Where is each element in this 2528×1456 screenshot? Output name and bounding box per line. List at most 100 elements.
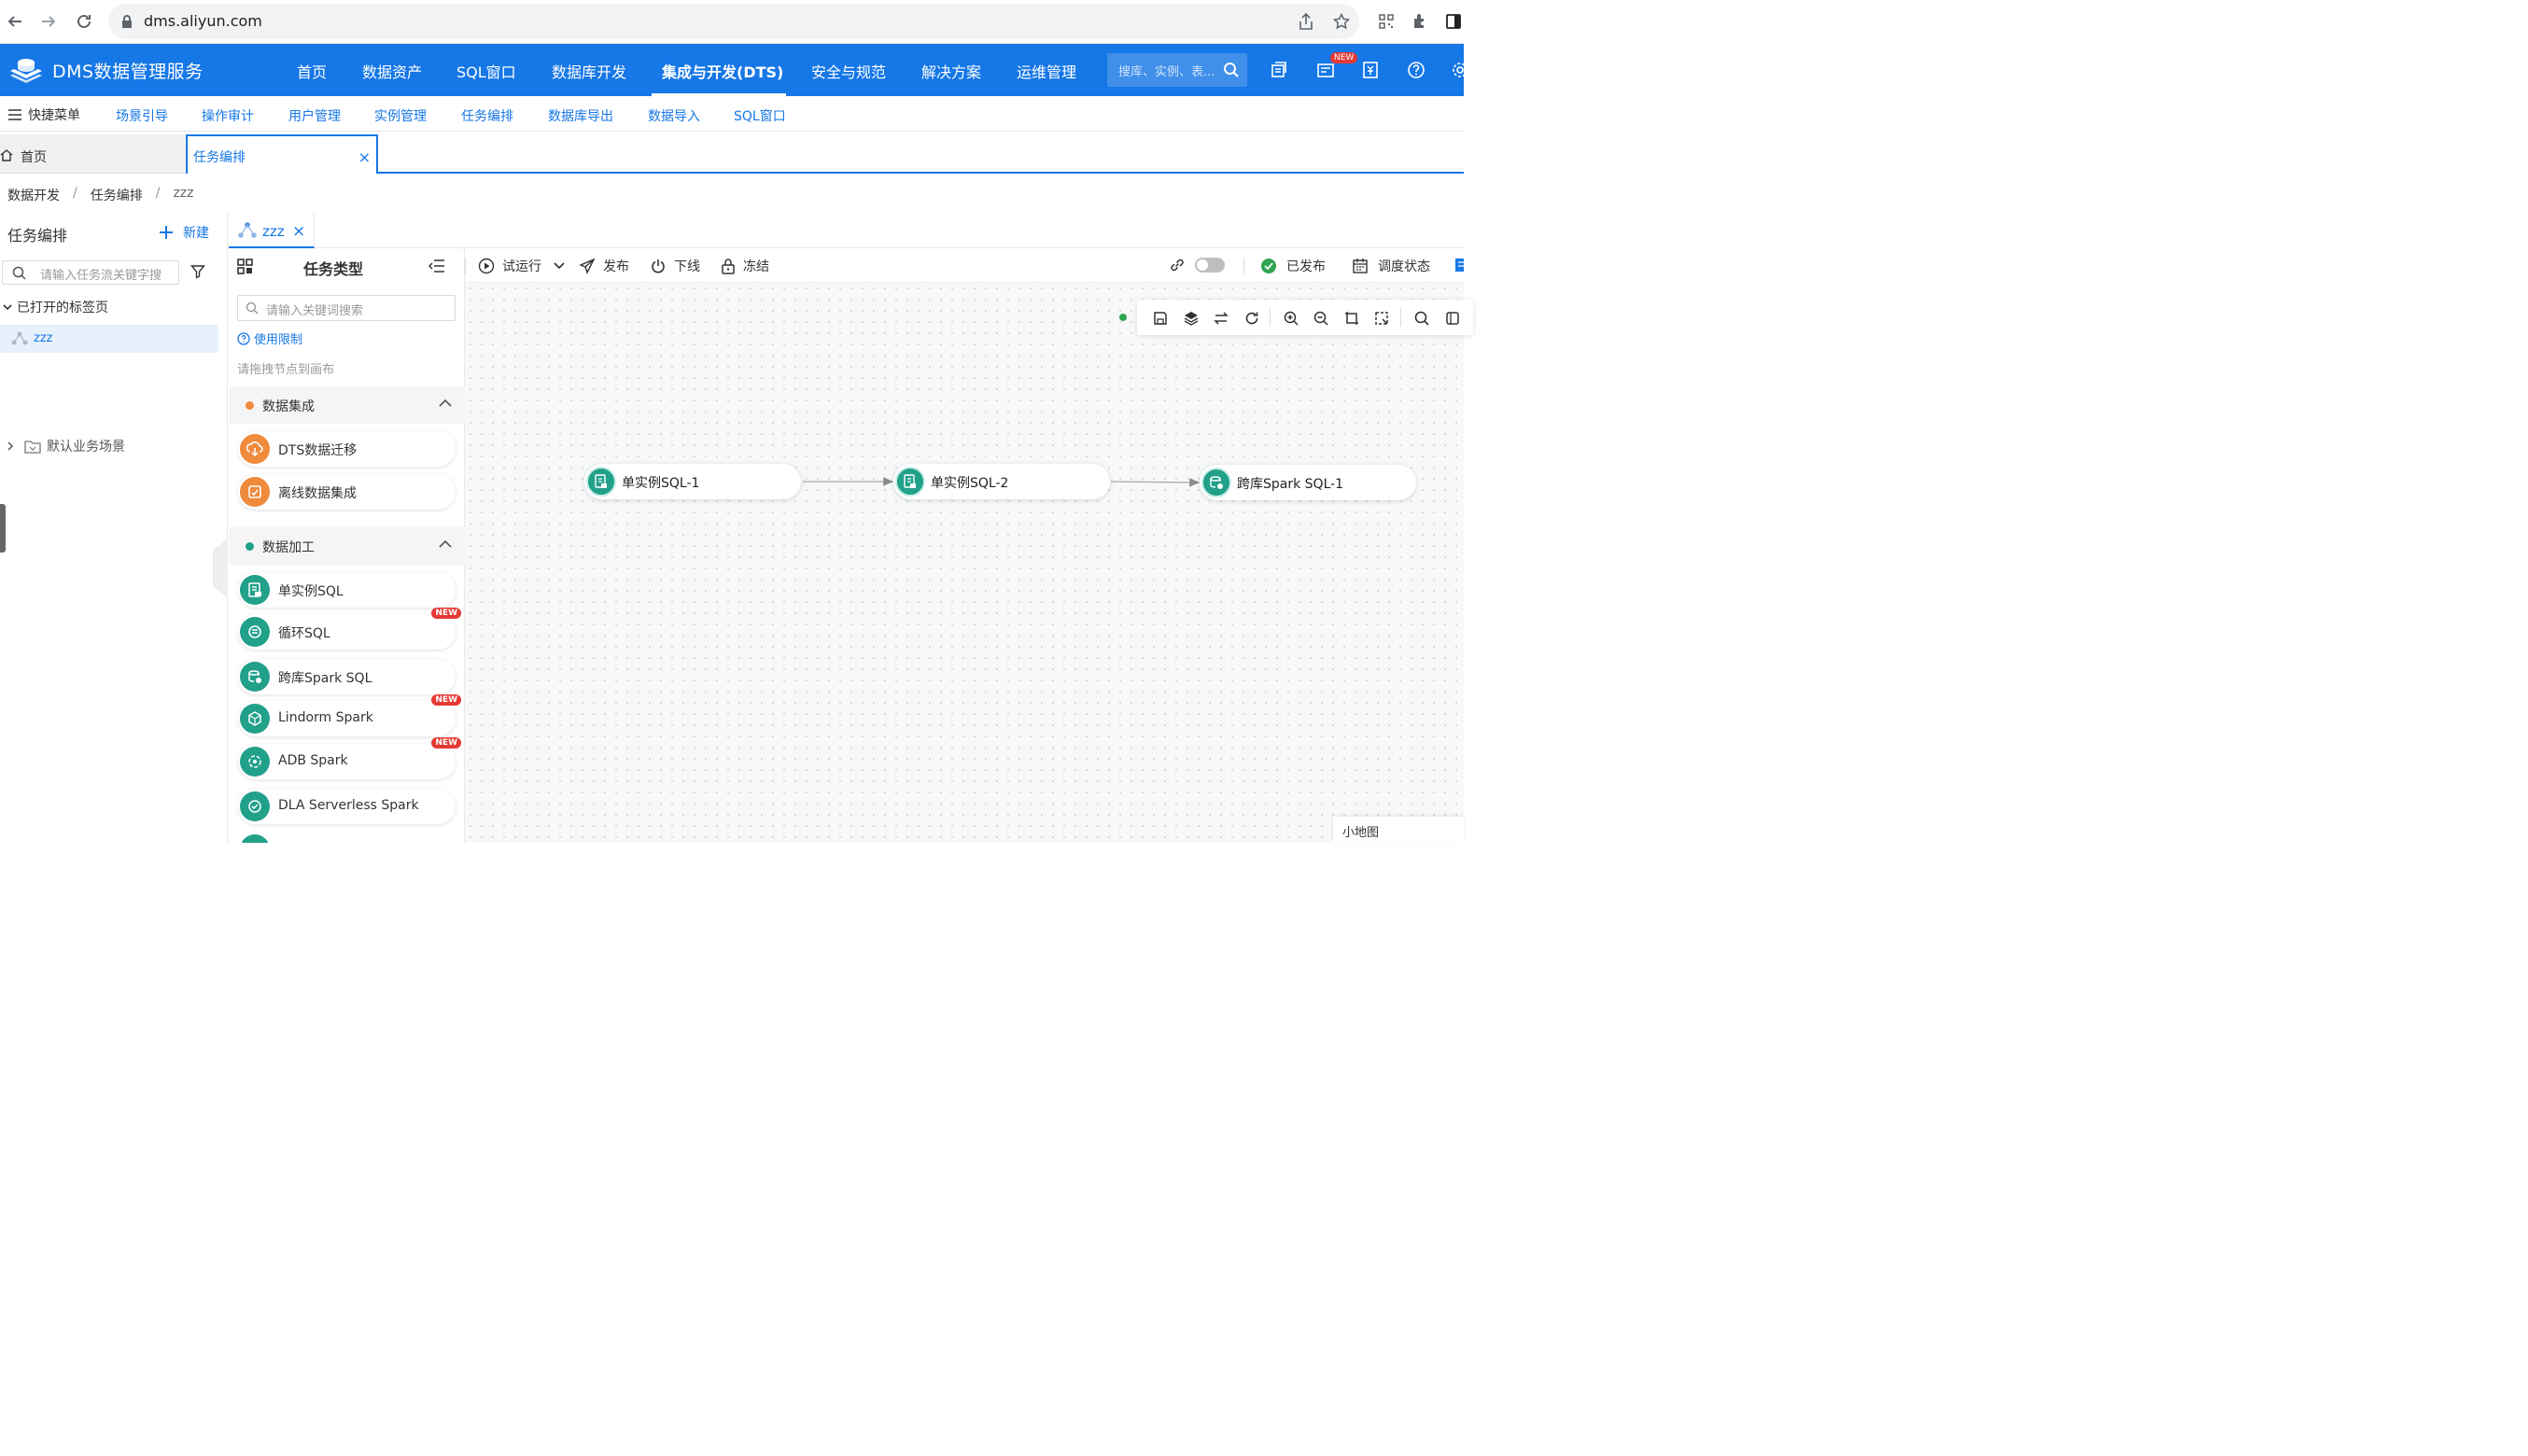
task-type-single-sql[interactable]: 单实例SQL [238, 572, 456, 608]
group-dot [246, 401, 254, 410]
help-icon[interactable] [1405, 59, 1427, 81]
task-type-lindorm-spark[interactable]: Lindorm Spark NEW [238, 694, 461, 736]
back-icon[interactable] [4, 10, 26, 33]
breadcrumb-item[interactable]: 数据开发 [7, 186, 60, 204]
offline-label: 下线 [674, 259, 700, 274]
send-icon [579, 258, 596, 274]
chevron-down-icon[interactable] [553, 261, 566, 271]
extensions-icon[interactable] [1410, 11, 1430, 32]
freeze-button[interactable]: 冻结 [721, 257, 769, 275]
task-type-dla-spark[interactable]: DLA Serverless Spark [238, 789, 456, 824]
editor-tab-zzz[interactable]: zzz × [229, 213, 315, 248]
task-type-dts-migration[interactable]: DTS数据迁移 [238, 431, 456, 467]
new-task-flow-button[interactable]: 新建 [159, 223, 209, 242]
power-icon [652, 259, 665, 273]
breadcrumb-separator: / [73, 186, 77, 201]
close-icon[interactable]: × [358, 148, 371, 166]
group-data-integration[interactable]: 数据集成 [229, 386, 465, 424]
adb-spark-icon [240, 747, 270, 777]
nav-db-dev[interactable]: 数据库开发 [552, 60, 626, 82]
tab-task-orchestration[interactable]: 任务编排 × [186, 134, 378, 174]
offline-button[interactable]: 下线 [650, 257, 700, 275]
publish-button[interactable]: 发布 [579, 257, 629, 275]
task-type-more[interactable] [238, 832, 456, 843]
close-icon[interactable]: × [292, 222, 305, 241]
quick-audit[interactable]: 操作审计 [202, 106, 254, 125]
new-badge: NEW [431, 737, 461, 749]
task-flow-icon [238, 222, 257, 238]
link-icon[interactable] [1169, 257, 1186, 273]
nav-ops[interactable]: 运维管理 [1017, 60, 1076, 82]
nav-home[interactable]: 首页 [297, 60, 327, 82]
task-type-label: Lindorm Spark [278, 710, 373, 725]
address-bar[interactable]: dms.aliyun.com [108, 4, 1359, 39]
reload-icon[interactable] [73, 10, 95, 33]
nav-data-assets[interactable]: 数据资产 [362, 60, 422, 82]
instances-icon[interactable] [1268, 59, 1290, 81]
qr-code-icon[interactable] [1376, 11, 1397, 32]
opened-tab-item[interactable]: zzz [0, 325, 218, 353]
quick-scene-guide[interactable]: 场景引导 [116, 106, 168, 125]
quick-menu-button[interactable]: 快捷菜单 [7, 105, 80, 124]
layout-grid-icon[interactable] [1454, 258, 1464, 273]
workflow-edges [803, 477, 1201, 487]
task-type-search-input[interactable]: 请输入关键词搜索 [237, 295, 456, 321]
workflow-node-sql-2[interactable]: 单实例SQL-2 [893, 464, 1110, 499]
forward-icon[interactable] [37, 10, 60, 33]
menu-icon [8, 109, 21, 120]
brand[interactable]: DMS数据管理服务 [7, 55, 204, 85]
collapse-panel-icon[interactable] [428, 259, 445, 273]
grid-icon [237, 259, 253, 274]
nav-security[interactable]: 安全与规范 [811, 60, 886, 82]
bookmark-star-icon[interactable] [1331, 11, 1352, 32]
nav-sql-window[interactable]: SQL窗口 [456, 60, 516, 82]
tab-home[interactable]: 首页 [0, 134, 185, 174]
task-type-loop-sql[interactable]: 循环SQL NEW [238, 608, 461, 650]
chevron-up-icon[interactable] [438, 398, 453, 409]
trial-run-button[interactable]: 试运行 [478, 257, 573, 275]
quick-instances[interactable]: 实例管理 [374, 106, 427, 125]
quick-task-orchestration[interactable]: 任务编排 [461, 106, 513, 125]
search-icon [12, 266, 26, 280]
usage-limit-link[interactable]: 使用限制 [237, 329, 302, 347]
group-data-processing[interactable]: 数据加工 [229, 527, 465, 565]
task-type-offline-integration[interactable]: 离线数据集成 [238, 474, 456, 510]
sql-node-icon [586, 467, 616, 497]
billing-icon[interactable] [1359, 59, 1382, 81]
node-label: 单实例SQL-1 [622, 476, 700, 491]
nav-solutions[interactable]: 解决方案 [921, 60, 981, 82]
quick-db-export[interactable]: 数据库导出 [548, 106, 613, 125]
quick-users[interactable]: 用户管理 [288, 106, 341, 125]
schedule-status-button[interactable]: 调度状态 [1352, 257, 1430, 275]
nav-dts[interactable]: 集成与开发(DTS) [662, 60, 783, 82]
group-dot [246, 542, 254, 551]
sql-node-icon [895, 467, 925, 497]
settings-icon[interactable] [1449, 59, 1471, 81]
quick-sql-window[interactable]: SQL窗口 [734, 106, 786, 125]
global-search-input[interactable]: 搜库、实例、表... [1107, 53, 1247, 87]
task-type-adb-spark[interactable]: ADB Spark NEW [238, 737, 461, 779]
workflow-canvas[interactable]: 单实例SQL-1 单实例SQL-2 跨库Spark SQL-1 小地图 [465, 283, 1473, 843]
sidebar-drag-handle[interactable] [0, 504, 6, 553]
chevron-up-icon[interactable] [438, 539, 453, 550]
global-search-placeholder: 搜库、实例、表... [1118, 65, 1215, 79]
workflow-node-sql-1[interactable]: 单实例SQL-1 [584, 464, 801, 499]
auto-schedule-toggle[interactable] [1195, 258, 1225, 273]
minimap-panel[interactable]: 小地图 [1333, 817, 1464, 843]
share-icon[interactable] [1296, 11, 1316, 32]
search-icon[interactable] [1223, 62, 1240, 78]
opened-tabs-section[interactable]: 已打开的标签页 [2, 298, 108, 316]
group-label: 数据加工 [262, 540, 315, 555]
task-flow-search-input[interactable]: 请输入任务流关键字搜 [2, 260, 179, 285]
quick-data-import[interactable]: 数据导入 [648, 106, 700, 125]
published-status-label: 已发布 [1286, 259, 1326, 274]
task-type-cross-db-spark-sql[interactable]: 跨库Spark SQL [238, 659, 456, 694]
business-scene-item[interactable]: 默认业务场景 [6, 437, 125, 455]
quick-menu-bar: 快捷菜单 场景引导 操作审计 用户管理 实例管理 任务编排 数据库导出 数据导入… [0, 96, 1464, 132]
workflow-node-spark-sql-1[interactable]: 跨库Spark SQL-1 [1200, 465, 1416, 500]
breadcrumb-item[interactable]: 任务编排 [91, 186, 143, 204]
side-panel-icon[interactable] [1443, 11, 1464, 32]
task-type-title: 任务类型 [303, 260, 364, 278]
tab-underline [378, 172, 1464, 174]
filter-icon[interactable] [190, 264, 205, 279]
